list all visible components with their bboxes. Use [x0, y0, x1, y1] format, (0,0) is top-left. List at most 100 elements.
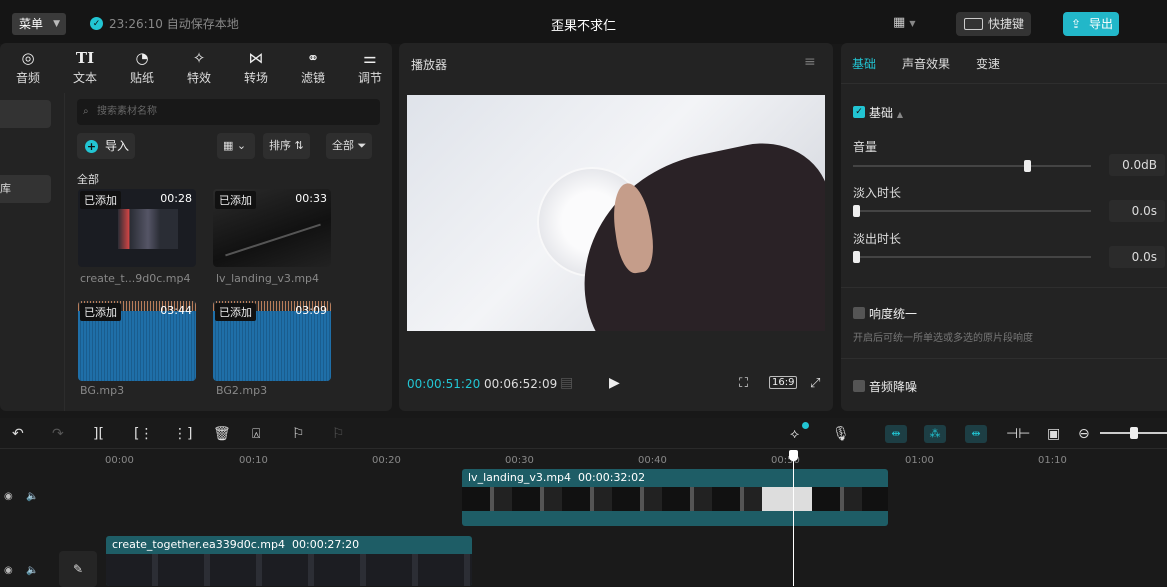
clip-name: lv_landing_v3.mp4: [468, 471, 572, 484]
loudness-checkbox[interactable]: [853, 307, 865, 319]
ruler-tick: 00:30: [505, 455, 534, 466]
tool-transition[interactable]: ⋈ 转场: [236, 47, 276, 86]
zoom-knob[interactable]: [1130, 427, 1138, 439]
video-preview[interactable]: [407, 95, 825, 331]
ruler-tick: 01:10: [1038, 455, 1067, 466]
eye-icon[interactable]: ◉: [4, 565, 13, 576]
video-clip-2[interactable]: create_together.ea339d0c.mp4 00:00:27:20: [106, 536, 472, 586]
fadein-slider[interactable]: [853, 205, 1091, 217]
tool-audio[interactable]: ◎ 音频: [8, 47, 48, 86]
filter-button[interactable]: 全部 ⏷: [326, 133, 373, 159]
zoom-out-icon[interactable]: ⊖: [1078, 426, 1090, 442]
microphone-icon[interactable]: 🎙: [832, 426, 850, 442]
hamburger-icon[interactable]: ≡: [804, 54, 816, 70]
duration: 00:28: [160, 192, 192, 205]
undo-icon[interactable]: ↶: [12, 426, 24, 442]
sidebar-item-1[interactable]: [0, 100, 51, 128]
playhead[interactable]: [793, 454, 794, 586]
inspector-panel: 基础 声音效果 变速 ✓ 基础 ▲ 音量 0.0dB 淡入时长 0.0s 淡出时…: [841, 43, 1167, 411]
denoise-label: 音频降噪: [869, 380, 918, 394]
tool-text[interactable]: TI 文本: [65, 47, 105, 86]
media-item-3[interactable]: 已添加 03:44: [78, 301, 196, 381]
import-button[interactable]: + 导入: [77, 133, 135, 159]
fadein-label: 淡入时长: [853, 186, 902, 200]
total-time: 00:06:52:09: [484, 377, 558, 391]
split-left-icon[interactable]: [⋮: [134, 426, 153, 442]
fadeout-slider[interactable]: [853, 251, 1091, 263]
sort-button[interactable]: 排序 ⇅: [263, 133, 310, 159]
preview-axis-icon[interactable]: ⇹: [965, 425, 987, 443]
export-button[interactable]: ⇪ 导出: [1063, 12, 1119, 36]
magnet-icon[interactable]: ⁂: [924, 425, 946, 443]
section-label: 基础: [869, 106, 894, 120]
tool-label: 转场: [243, 71, 268, 85]
media-name: BG2.mp3: [216, 384, 268, 397]
split-icon[interactable]: ][: [93, 426, 104, 442]
layout-icon[interactable]: ▦ ▼: [893, 15, 916, 30]
media-name: create_t...9d0c.mp4: [80, 272, 191, 285]
volume-knob[interactable]: [1023, 160, 1031, 172]
sidebar-item-library[interactable]: 库: [0, 175, 51, 203]
media-item-1[interactable]: 已添加 00:28: [78, 189, 196, 267]
media-name: BG.mp3: [80, 384, 125, 397]
media-item-4[interactable]: 已添加 03:09: [213, 301, 331, 381]
screenshot-icon[interactable]: ▣: [1047, 426, 1060, 442]
tab-divider: [841, 83, 1167, 84]
audio-icon: ◎: [21, 49, 35, 67]
marker-disabled-icon[interactable]: ⚐: [332, 426, 345, 442]
volume-slider[interactable]: [853, 160, 1091, 172]
tool-sticker[interactable]: ◔ 贴纸: [122, 47, 162, 86]
fullscreen-fit-icon[interactable]: ⛶: [739, 376, 748, 391]
category-label: 全部: [77, 173, 99, 186]
tool-effects[interactable]: ✧ 特效: [179, 47, 219, 86]
fadeout-knob[interactable]: [853, 251, 860, 263]
link-track-icon[interactable]: ⇹: [885, 425, 907, 443]
auto-snap-icon[interactable]: ⟡: [790, 422, 809, 442]
play-icon[interactable]: ▶: [609, 375, 620, 391]
expand-icon[interactable]: ⤢: [810, 376, 820, 391]
marker-icon[interactable]: ⚐: [292, 426, 305, 442]
clip-label: create_together.ea339d0c.mp4 00:00:27:20: [112, 538, 359, 551]
edit-cover-icon[interactable]: ✎: [59, 551, 97, 587]
loudness-label: 响度统一: [869, 307, 918, 321]
media-item-2[interactable]: 已添加 00:33: [213, 189, 331, 267]
player-panel: 播放器 ≡ 00:00:51:20 00:06:52:09 ▤ ▶ ⛶ 16:9…: [399, 43, 833, 411]
shortcut-button[interactable]: 快捷键: [956, 12, 1031, 36]
center-split-icon[interactable]: ⊣⊢: [1006, 426, 1030, 442]
tool-filter[interactable]: ⚭ 滤镜: [293, 47, 333, 86]
speaker-icon[interactable]: 🔈: [26, 491, 38, 502]
speaker-icon[interactable]: 🔈: [26, 565, 38, 576]
clip-duration: 00:00:32:02: [578, 471, 646, 484]
video-clip-1[interactable]: lv_landing_v3.mp4 00:00:32:02: [462, 469, 888, 526]
search-input[interactable]: ⌕ 搜索素材名称: [77, 99, 380, 125]
fadeout-value[interactable]: 0.0s: [1109, 246, 1165, 268]
view-toggle-button[interactable]: ▦ ⌄: [217, 133, 255, 159]
aspect-ratio-button[interactable]: 16:9: [769, 376, 798, 389]
tab-basic[interactable]: 基础: [852, 55, 876, 72]
volume-value[interactable]: 0.0dB: [1109, 154, 1165, 176]
tab-sound-effects[interactable]: 声音效果: [902, 55, 950, 72]
added-badge: 已添加: [215, 303, 256, 321]
added-badge: 已添加: [215, 191, 256, 209]
split-right-icon[interactable]: ⋮]: [173, 426, 192, 442]
basic-checkbox[interactable]: ✓: [853, 106, 865, 118]
plus-icon: +: [85, 140, 98, 153]
delete-icon[interactable]: 🗑: [213, 426, 231, 442]
tool-label: 调节: [357, 71, 382, 85]
sidebar-item-label: 库: [0, 182, 11, 195]
fadein-knob[interactable]: [853, 205, 860, 217]
freeze-icon[interactable]: ⍓: [252, 426, 260, 442]
clip-duration: 00:00:27:20: [292, 538, 360, 551]
playhead-handle[interactable]: [789, 450, 798, 461]
ruler-tick: 01:00: [905, 455, 934, 466]
denoise-checkbox[interactable]: [853, 380, 865, 392]
tab-speed[interactable]: 变速: [976, 55, 1000, 72]
shortcut-label: 快捷键: [988, 17, 1025, 31]
redo-icon[interactable]: ↷: [52, 426, 64, 442]
tool-adjust[interactable]: ⚌ 调节: [350, 47, 390, 86]
eye-icon[interactable]: ◉: [4, 491, 13, 502]
grid-icon[interactable]: ▤: [560, 375, 573, 391]
fadein-value[interactable]: 0.0s: [1109, 200, 1165, 222]
current-time: 00:00:51:20: [407, 377, 481, 391]
zoom-slider[interactable]: [1100, 427, 1167, 439]
